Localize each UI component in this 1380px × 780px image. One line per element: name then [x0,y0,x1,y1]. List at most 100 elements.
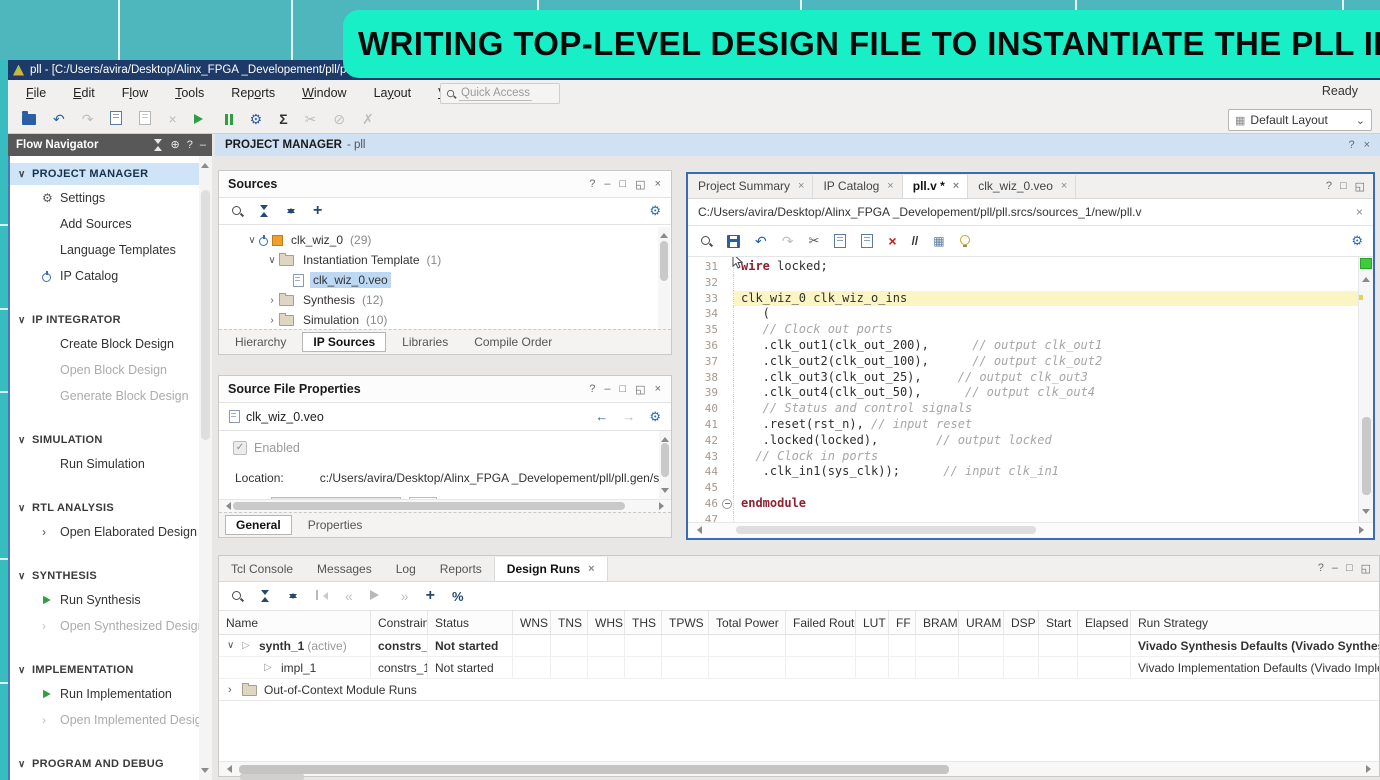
menu-window[interactable]: Window [302,86,346,100]
expand-run-icon[interactable]: ▷ [242,640,259,651]
create-run-icon[interactable]: + [426,587,435,605]
col-status[interactable]: Status [428,611,513,634]
flow-item-generate-block-design[interactable]: Generate Block Design [10,383,211,409]
flow-section-header[interactable]: ∨ RTL ANALYSIS [10,497,211,519]
table-row-impl-1[interactable]: ▷ impl_1 constrs_1 Not started Vivado Im… [219,657,1379,679]
tab-log[interactable]: Log [384,557,428,581]
help-icon[interactable]: ? [589,383,595,395]
collapse-all-icon[interactable] [259,205,270,217]
chevron-right-icon[interactable]: › [265,315,279,326]
col-elapsed[interactable]: Elapsed [1078,611,1131,634]
editor-hscrollbar[interactable] [688,522,1373,538]
redo-icon[interactable]: ↷ [82,112,94,126]
maximize-icon[interactable]: □ [620,178,627,190]
expand-run-icon[interactable]: ▷ [264,662,281,673]
code-line[interactable]: 41 .reset(rst_n), // input reset [688,417,1359,433]
tab-libraries[interactable]: Libraries [392,333,458,351]
expand-icon[interactable]: ⊕ [171,138,180,151]
close-icon[interactable]: × [887,180,893,192]
percent-icon[interactable]: % [452,589,464,604]
gear-icon[interactable]: ⚙ [649,203,661,219]
step-icon[interactable] [225,112,233,127]
add-sources-icon[interactable]: + [313,204,322,218]
search-icon[interactable] [231,205,243,217]
rewind-icon[interactable]: « [345,588,353,604]
run-icon[interactable] [194,112,208,126]
code-line[interactable]: 32 [688,275,1359,291]
tab-messages[interactable]: Messages [305,557,384,581]
code-line[interactable]: 44 .clk_in1(sys_clk)); // input clk_in1 [688,464,1359,480]
menu-flow[interactable]: Flow [122,86,148,100]
close-icon[interactable]: × [953,180,959,192]
code-lines[interactable]: 31wire locked; 32 33clk_wiz_0 clk_wiz_o_… [688,259,1359,522]
bottom-hscrollbar[interactable] [219,761,1379,776]
col-bram[interactable]: BRAM [916,611,959,634]
maximize-icon[interactable]: □ [620,383,627,395]
chevron-down-icon[interactable]: ∨ [265,255,279,266]
tab-pll-v[interactable]: pll.v *× [903,175,968,198]
help-icon[interactable]: ? [589,178,595,190]
copy-icon[interactable] [834,234,846,248]
tab-ip-catalog[interactable]: IP Catalog× [813,175,902,198]
help-icon[interactable]: ? [1348,139,1354,151]
flow-item-open-elaborated-design[interactable]: ›Open Elaborated Design [10,519,211,545]
sfp-scrollbar[interactable] [659,431,671,499]
gear-icon[interactable]: ⚙ [649,409,661,425]
sources-scrollbar[interactable] [658,227,670,329]
sum-icon[interactable]: Σ [279,112,287,126]
flow-item-run-implementation[interactable]: Run Implementation [10,681,211,707]
toggle-comment-icon[interactable]: // [912,234,919,248]
minimize-icon[interactable]: – [604,178,610,190]
code-line-current[interactable]: 33clk_wiz_0 clk_wiz_o_ins [688,291,1359,307]
undo-icon[interactable]: ↶ [755,233,767,250]
tab-general[interactable]: General [225,515,292,535]
code-line[interactable]: 36 .clk_out1(clk_out_200), // output clk… [688,338,1359,354]
minimize-icon[interactable]: – [200,139,206,151]
table-row-ooc-module-runs[interactable]: › Out-of-Context Module Runs [219,679,1379,701]
flow-navigator-scrollbar[interactable] [199,156,212,780]
expand-all-icon[interactable] [286,205,297,217]
tab-compile-order[interactable]: Compile Order [464,333,562,351]
close-icon[interactable]: × [655,383,661,395]
col-tpws[interactable]: TPWS [662,611,709,634]
help-icon[interactable]: ? [1318,562,1324,575]
undo-icon[interactable]: ↶ [53,112,65,126]
save-icon[interactable] [727,235,740,248]
chevron-right-icon[interactable]: › [265,295,279,306]
fold-icon[interactable] [722,499,732,509]
code-line[interactable]: 34 ( [688,306,1359,322]
tab-design-runs[interactable]: Design Runs× [494,557,608,581]
code-line[interactable]: 35 // Clock out ports [688,322,1359,338]
flow-section-header[interactable]: ∨ SIMULATION [10,429,211,451]
tab-tcl-console[interactable]: Tcl Console [219,557,305,581]
col-tns[interactable]: TNS [551,611,588,634]
collapse-all-icon[interactable] [260,590,271,602]
maximize-icon[interactable]: □ [1346,562,1353,575]
tab-hierarchy[interactable]: Hierarchy [225,333,296,351]
collapse-all-icon[interactable] [153,139,164,151]
flow-section-header[interactable]: ∨ IP INTEGRATOR [10,309,211,331]
col-total-power[interactable]: Total Power [709,611,786,634]
forward-icon[interactable]: » [401,588,409,604]
col-ff[interactable]: FF [889,611,916,634]
code-line[interactable]: 37 .clk_out2(clk_out_100), // output clk… [688,354,1359,370]
col-dsp[interactable]: DSP [1004,611,1039,634]
col-run-strategy[interactable]: Run Strategy [1131,611,1379,634]
cancel-disabled-icon[interactable]: ✗ [362,112,374,126]
help-icon[interactable]: ? [1326,180,1332,193]
code-line[interactable]: 43 // Clock in ports [688,449,1359,465]
columns-icon[interactable]: ▦ [933,234,944,248]
tab-clk-wiz-0-veo[interactable]: clk_wiz_0.veo× [968,175,1076,198]
flow-item-ip-catalog[interactable]: IP Catalog [10,263,211,289]
tree-item-synthesis[interactable]: › Synthesis(12) [219,290,671,310]
col-wns[interactable]: WNS [513,611,551,634]
close-icon[interactable]: × [655,178,661,190]
lightbulb-icon[interactable] [960,235,970,247]
col-start[interactable]: Start [1039,611,1078,634]
copy-icon[interactable] [110,111,122,127]
flow-section-header[interactable]: ∨ SYNTHESIS [10,565,211,587]
close-icon[interactable]: × [588,563,594,575]
table-row-synth-1[interactable]: ∨ ▷ synth_1(active) constrs_1 Not starte… [219,635,1379,657]
code-line[interactable]: 40 // Status and control signals [688,401,1359,417]
maximize-icon[interactable]: □ [1340,180,1347,193]
